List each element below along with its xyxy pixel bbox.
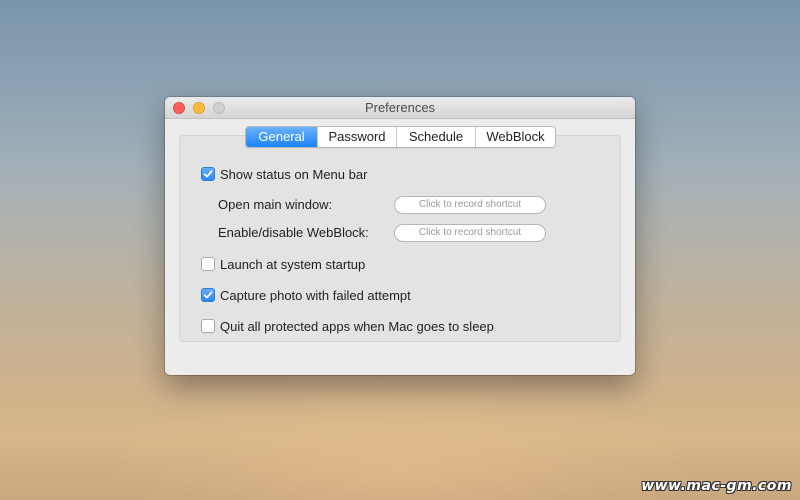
tab-bar: General Password Schedule WebBlock: [245, 126, 556, 148]
preferences-window: Preferences General Password Schedule We…: [165, 97, 635, 375]
tab-general[interactable]: General: [246, 127, 317, 147]
capture-photo-checkbox[interactable]: [201, 288, 215, 302]
capture-photo-label: Capture photo with failed attempt: [220, 287, 411, 303]
watermark-text: www.mac-gm.com: [641, 478, 792, 494]
enable-disable-webblock-shortcut-field[interactable]: Click to record shortcut: [394, 224, 546, 242]
open-main-window-shortcut-field[interactable]: Click to record shortcut: [394, 196, 546, 214]
capture-photo-option[interactable]: Capture photo with failed attempt: [201, 286, 411, 304]
tab-schedule[interactable]: Schedule: [396, 127, 475, 147]
window-title: Preferences: [364, 100, 436, 115]
open-main-window-label: Open main window:: [218, 197, 333, 212]
tab-webblock[interactable]: WebBlock: [475, 127, 555, 147]
enable-disable-webblock-label: Enable/disable WebBlock:: [218, 225, 369, 240]
launch-startup-option[interactable]: Launch at system startup: [201, 255, 365, 273]
quit-apps-option[interactable]: Quit all protected apps when Mac goes to…: [201, 317, 494, 335]
checkmark-icon: [203, 170, 213, 178]
quit-apps-label: Quit all protected apps when Mac goes to…: [220, 318, 494, 334]
show-status-checkbox[interactable]: [201, 167, 215, 181]
tab-password[interactable]: Password: [317, 127, 396, 147]
show-status-option[interactable]: Show status on Menu bar: [201, 165, 367, 183]
title-bar[interactable]: Preferences: [165, 97, 635, 119]
checkmark-icon: [203, 291, 213, 299]
launch-startup-checkbox[interactable]: [201, 257, 215, 271]
show-status-label: Show status on Menu bar: [220, 166, 368, 182]
launch-startup-label: Launch at system startup: [220, 256, 366, 272]
quit-apps-checkbox[interactable]: [201, 319, 215, 333]
